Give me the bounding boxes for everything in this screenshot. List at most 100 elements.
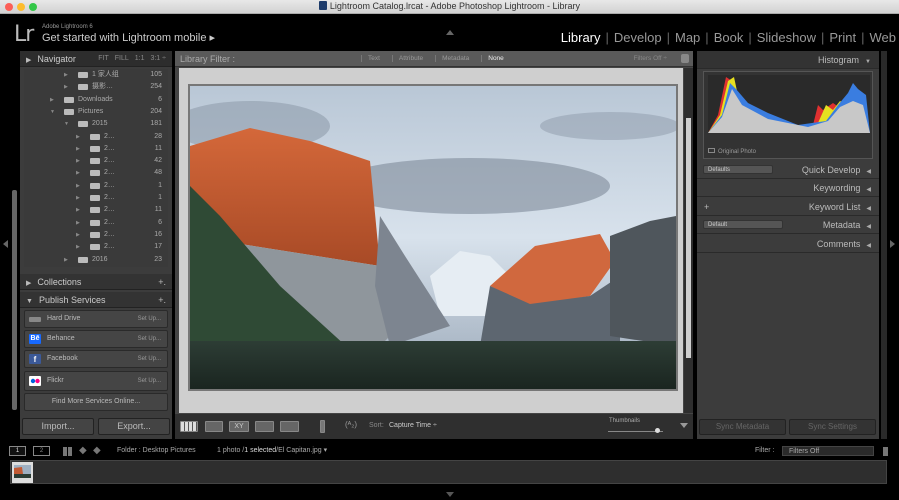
secondary-display-button[interactable]: 2 — [33, 446, 50, 456]
set-up-link[interactable]: Set Up... — [138, 331, 161, 347]
filmstrip-filter-select[interactable]: Filters Off — [782, 446, 874, 456]
scroll-thumb[interactable] — [686, 118, 691, 358]
collections-header[interactable]: ▶ Collections +. — [20, 274, 172, 290]
keyword-list-header[interactable]: + Keyword List ◀ — [697, 198, 879, 216]
folder-row[interactable]: ▶ 2… 28 — [24, 131, 168, 143]
back-arrow-icon[interactable]: ◆ — [79, 442, 87, 460]
filmstrip-source[interactable]: Folder : Desktop Pictures — [117, 442, 196, 460]
publish-service-flickr[interactable]: Flickr Set Up... — [24, 371, 168, 391]
hide-filmstrip-icon[interactable] — [446, 492, 454, 497]
expand-triangle-icon[interactable]: ▶ — [76, 241, 80, 253]
hide-top-panel-icon[interactable] — [446, 30, 454, 35]
navigator-header[interactable]: ▶ Navigator FIT FILL 1:1 3:1 ÷ — [20, 51, 172, 67]
thumbnail-size-slider[interactable] — [608, 428, 663, 433]
photo-el-capitan[interactable] — [188, 84, 678, 391]
filter-metadata[interactable]: Metadata — [435, 55, 470, 62]
expand-triangle-icon[interactable]: ▶ — [76, 192, 80, 204]
expand-triangle-icon[interactable]: ▶ — [64, 254, 68, 266]
lightroom-mobile-link[interactable]: Get started with Lightroom mobile ▸ — [42, 31, 215, 44]
filter-none[interactable]: None — [481, 55, 504, 62]
sort-direction-icon[interactable]: (ᴬ₂) — [345, 420, 357, 429]
expand-triangle-icon[interactable]: ▶ — [76, 155, 80, 167]
folder-row[interactable]: ▶ 2… 11 — [24, 143, 168, 155]
expand-triangle-icon[interactable]: ▶ — [76, 180, 80, 192]
right-panel-scrollbar[interactable] — [881, 51, 887, 439]
filter-lock-icon[interactable] — [883, 447, 888, 456]
expand-triangle-icon[interactable]: ▶ — [76, 131, 80, 143]
filter-text[interactable]: Text — [361, 55, 380, 62]
sync-metadata-button[interactable]: Sync Metadata — [699, 419, 786, 435]
module-book[interactable]: Book — [714, 30, 744, 45]
expand-triangle-icon[interactable]: ▶ — [64, 69, 68, 81]
set-up-link[interactable]: Set Up... — [138, 372, 161, 390]
add-publish-service-button[interactable]: +. — [158, 292, 166, 308]
set-up-link[interactable]: Set Up... — [138, 351, 161, 367]
zoom-fit[interactable]: FIT — [98, 55, 109, 62]
forward-arrow-icon[interactable]: ◆ — [93, 442, 101, 460]
filter-preset-select[interactable]: Filters Off ÷ — [634, 51, 667, 67]
grid-view-icon[interactable] — [180, 421, 198, 432]
checkbox-icon[interactable] — [708, 148, 715, 153]
folder-row[interactable]: ▶ 2… 42 — [24, 155, 168, 167]
hide-right-panel-icon[interactable] — [890, 240, 895, 248]
sync-settings-button[interactable]: Sync Settings — [789, 419, 876, 435]
grid-icon[interactable] — [63, 447, 72, 456]
module-map[interactable]: Map — [675, 30, 700, 45]
folder-row[interactable]: ▼ 2015 181 — [24, 118, 168, 130]
expand-triangle-icon[interactable]: ▶ — [76, 204, 80, 216]
filmstrip-count[interactable]: 1 photo /1 selected/El Capitan.jpg ▾ — [217, 442, 327, 460]
loupe-view-icon[interactable] — [205, 421, 223, 432]
expand-triangle-icon[interactable]: ▶ — [76, 167, 80, 179]
module-library[interactable]: Library — [561, 30, 601, 45]
publish-service-hard-drive[interactable]: Hard Drive Set Up... — [24, 310, 168, 328]
survey-view-icon[interactable] — [255, 421, 274, 432]
left-panel-scrollbar[interactable] — [12, 190, 17, 410]
find-more-services-button[interactable]: Find More Services Online... — [24, 393, 168, 411]
set-up-link[interactable]: Set Up... — [138, 311, 161, 327]
folder-row[interactable]: ▶ 1 家人组 105 — [24, 69, 168, 81]
collapse-triangle-icon[interactable]: ▼ — [50, 106, 55, 118]
folder-row[interactable]: ▶ 2… 1 — [24, 192, 168, 204]
folder-row[interactable]: ▶ 2… 48 — [24, 167, 168, 179]
lock-icon[interactable] — [681, 54, 689, 63]
module-web[interactable]: Web — [870, 30, 897, 45]
toolbar-menu-icon[interactable] — [680, 423, 688, 428]
add-keyword-button[interactable]: + — [704, 198, 709, 216]
painter-icon[interactable] — [320, 420, 325, 433]
folder-row[interactable]: ▶ 2016 23 — [24, 254, 168, 266]
sort-select[interactable]: Capture Time ÷ — [389, 422, 437, 429]
expand-triangle-icon[interactable]: ▶ — [76, 217, 80, 229]
folder-row[interactable]: ▶ 摄影… 254 — [24, 81, 168, 93]
hide-left-panel-icon[interactable] — [3, 240, 8, 248]
histogram-header[interactable]: Histogram ▼ — [697, 51, 879, 69]
publish-services-header[interactable]: ▼ Publish Services +. — [20, 292, 172, 308]
module-slideshow[interactable]: Slideshow — [757, 30, 816, 45]
import-button[interactable]: Import... — [22, 418, 94, 435]
folder-row[interactable]: ▶ 2… 17 — [24, 241, 168, 253]
quick-develop-header[interactable]: Defaults Quick Develop ◀ — [697, 161, 879, 179]
folder-row[interactable]: ▼ Pictures 204 — [24, 106, 168, 118]
metadata-preset-select[interactable]: Default — [703, 220, 783, 229]
original-photo-toggle[interactable]: Original Photo — [708, 148, 756, 155]
zoom-3-1[interactable]: 3:1 ÷ — [150, 55, 166, 62]
folder-row[interactable]: ▶ Downloads 6 — [24, 94, 168, 106]
expand-triangle-icon[interactable]: ▶ — [64, 81, 68, 93]
zoom-fill[interactable]: FILL — [115, 55, 129, 62]
primary-display-button[interactable]: 1 — [9, 446, 26, 456]
module-print[interactable]: Print — [829, 30, 856, 45]
keywording-header[interactable]: Keywording ◀ — [697, 179, 879, 197]
filter-attribute[interactable]: Attribute — [391, 55, 424, 62]
filmstrip-thumbnail[interactable] — [12, 462, 33, 483]
publish-service-behance[interactable]: Bē Behance Set Up... — [24, 330, 168, 348]
comments-header[interactable]: Comments ◀ — [697, 235, 879, 253]
saved-preset-select[interactable]: Defaults — [703, 165, 773, 174]
expand-triangle-icon[interactable]: ▶ — [50, 94, 54, 106]
people-view-icon[interactable] — [280, 421, 299, 432]
add-collection-button[interactable]: +. — [158, 274, 166, 290]
folder-row[interactable]: ▶ 2… 11 — [24, 204, 168, 216]
folder-row[interactable]: ▶ 2… 1 — [24, 180, 168, 192]
loupe-scrollbar[interactable] — [684, 68, 693, 413]
module-develop[interactable]: Develop — [614, 30, 662, 45]
publish-service-facebook[interactable]: f Facebook Set Up... — [24, 350, 168, 368]
export-button[interactable]: Export... — [98, 418, 170, 435]
